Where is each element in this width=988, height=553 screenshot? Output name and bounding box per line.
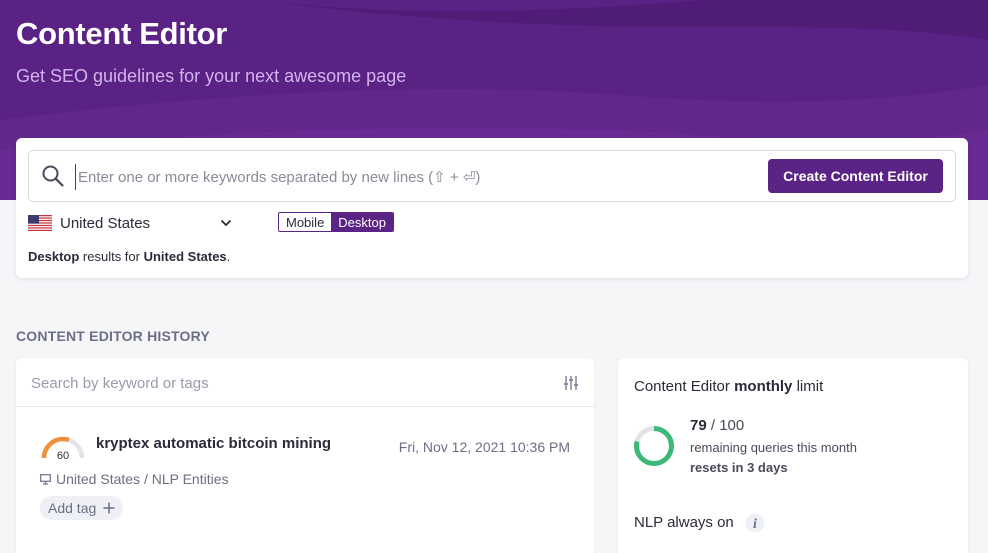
- search-icon: [42, 165, 64, 187]
- results-note-country: United States: [143, 249, 227, 264]
- keyword-input[interactable]: [75, 164, 755, 190]
- entry-date: Fri, Nov 12, 2021 10:36 PM: [398, 439, 570, 455]
- history-entry[interactable]: 60 kryptex automatic bitcoin mining Fri,…: [16, 408, 594, 553]
- quota-resets-text: resets in 3 days: [690, 460, 788, 475]
- quota-progress-ring: [634, 426, 674, 466]
- add-tag-label: Add tag: [48, 500, 97, 516]
- device-option-mobile[interactable]: Mobile: [279, 213, 332, 231]
- create-content-editor-button[interactable]: Create Content Editor: [768, 159, 943, 193]
- limit-title-suffix: limit: [792, 378, 824, 395]
- monthly-limit-card: Content Editor monthly limit 79 / 100 re…: [618, 358, 968, 553]
- content-score-value: 60: [57, 450, 69, 462]
- quota-remaining-text: remaining queries this month: [690, 440, 857, 455]
- history-card: 60 kryptex automatic bitcoin mining Fri,…: [16, 358, 594, 553]
- quota-total: 100: [719, 417, 745, 434]
- entry-meta: United States / NLP Entities: [40, 471, 229, 487]
- plus-icon: [103, 502, 115, 514]
- page-subtitle: Get SEO guidelines for your next awesome…: [16, 66, 407, 86]
- quota-count: 79 / 100: [690, 417, 744, 434]
- keyword-input-box: Create Content Editor: [28, 150, 956, 202]
- svg-text:i: i: [753, 517, 757, 532]
- device-toggle: Mobile Desktop: [278, 212, 394, 232]
- limit-title-bold: monthly: [734, 378, 793, 395]
- nlp-label: NLP always on: [634, 514, 734, 531]
- results-note-end: .: [226, 249, 231, 264]
- results-note-text: results for: [79, 249, 144, 264]
- limit-title-prefix: Content Editor: [634, 378, 735, 395]
- results-note: Desktop results for United States.: [28, 249, 230, 264]
- content-score-gauge: 60: [41, 436, 85, 462]
- device-option-desktop[interactable]: Desktop: [331, 213, 393, 231]
- page-title: Content Editor: [16, 16, 228, 51]
- entry-meta-text: United States / NLP Entities: [56, 471, 229, 487]
- entry-keyword[interactable]: kryptex automatic bitcoin mining: [96, 435, 331, 452]
- filter-sliders-icon[interactable]: [564, 375, 578, 391]
- limit-title: Content Editor monthly limit: [634, 378, 823, 395]
- chevron-down-icon[interactable]: [220, 219, 232, 227]
- results-note-device: Desktop: [28, 249, 80, 264]
- history-search-input[interactable]: [31, 372, 531, 394]
- add-tag-button[interactable]: Add tag: [40, 496, 124, 520]
- info-icon[interactable]: i: [745, 513, 765, 533]
- history-search-bar: [16, 358, 594, 407]
- keyword-search-card: Create Content Editor United States Mobi…: [16, 138, 968, 278]
- us-flag-icon: [28, 215, 52, 231]
- quota-separator: /: [706, 417, 720, 434]
- country-label: United States: [60, 214, 151, 232]
- desktop-monitor-icon: [40, 473, 51, 485]
- history-heading: CONTENT EDITOR HISTORY: [16, 328, 210, 344]
- quota-used: 79: [690, 417, 707, 434]
- country-select[interactable]: United States: [28, 212, 238, 234]
